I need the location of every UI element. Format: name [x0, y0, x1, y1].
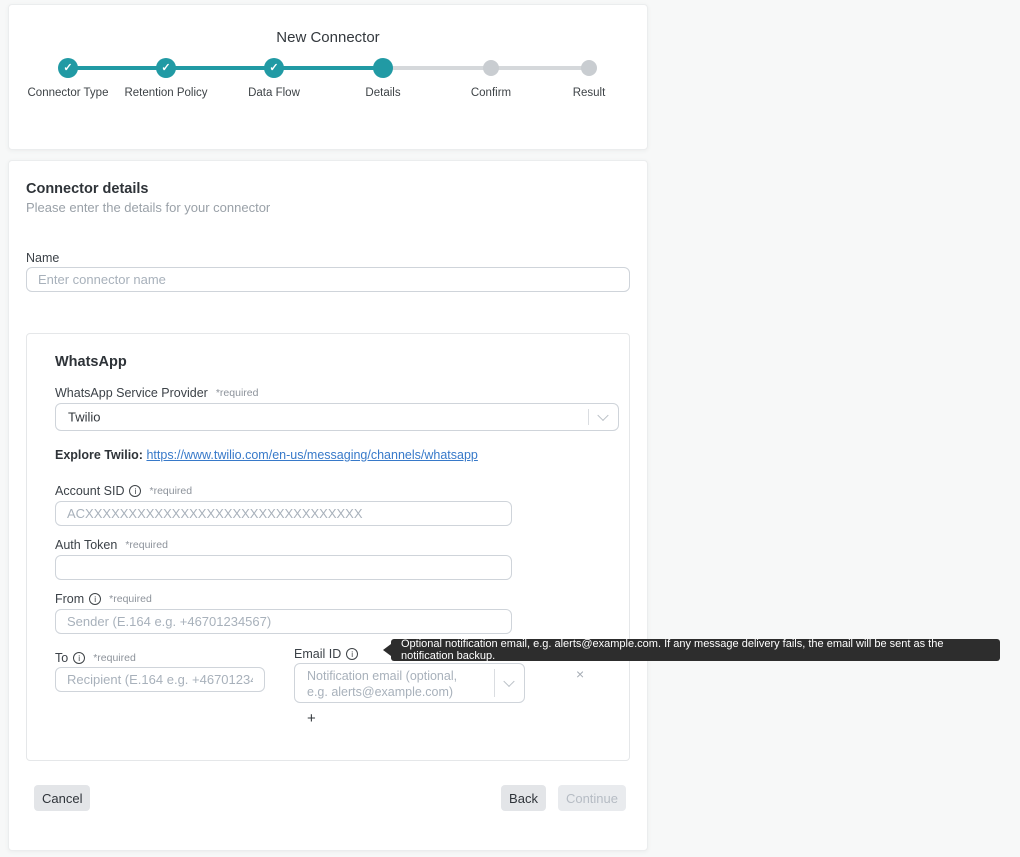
step-upcoming-icon — [581, 60, 597, 76]
info-icon[interactable]: i — [346, 648, 359, 660]
info-icon[interactable]: i — [129, 485, 142, 497]
required-badge: *required — [149, 485, 193, 497]
email-info-tooltip: Optional notification email, e.g. alerts… — [383, 638, 1000, 662]
to-label-text: To — [55, 651, 69, 665]
provider-selected-value: Twilio — [68, 409, 101, 425]
chevron-down-icon — [503, 675, 515, 688]
explore-twilio-link[interactable]: https://www.twilio.com/en-us/messaging/c… — [146, 448, 477, 462]
provider-select[interactable]: Twilio — [55, 403, 619, 431]
step-details[interactable]: Details — [323, 58, 443, 99]
step-completed-icon: ✓ — [58, 58, 78, 78]
tooltip-arrow — [383, 644, 391, 656]
email-id-label-text: Email ID — [294, 647, 342, 661]
section-subheading: Please enter the details for your connec… — [26, 200, 271, 215]
step-completed-icon: ✓ — [264, 58, 284, 78]
provider-label-text: WhatsApp Service Provider — [55, 386, 208, 400]
step-dot-row: ✓ — [214, 58, 334, 78]
whatsapp-heading: WhatsApp — [55, 354, 127, 370]
wizard-card: New Connector ✓ Connector Type ✓ Retenti… — [8, 4, 648, 150]
step-result: Result — [529, 58, 649, 99]
required-badge: *required — [109, 593, 152, 605]
from-label-text: From — [55, 592, 85, 606]
step-label: Result — [572, 87, 606, 99]
step-completed-icon: ✓ — [156, 58, 176, 78]
step-label: Details — [365, 87, 401, 99]
explore-row: Explore Twilio: https://www.twilio.com/e… — [55, 448, 478, 462]
step-retention-policy[interactable]: ✓ Retention Policy — [106, 58, 226, 99]
explore-label: Explore Twilio: — [55, 448, 143, 462]
required-badge: *required — [215, 387, 259, 399]
required-badge: *required — [93, 652, 136, 664]
remove-email-icon[interactable]: × — [576, 666, 584, 682]
info-icon[interactable]: i — [89, 593, 102, 605]
account-sid-label: Account SID i *required — [55, 484, 192, 498]
add-email-icon[interactable]: + — [307, 710, 316, 727]
email-id-placeholder: Notification email (optional, e.g. alert… — [307, 669, 458, 700]
from-input[interactable] — [55, 609, 512, 634]
chevron-down-icon — [597, 409, 609, 422]
connector-details-card: Connector details Please enter the detai… — [8, 160, 648, 851]
auth-token-input[interactable] — [55, 555, 512, 580]
continue-button[interactable]: Continue — [557, 785, 626, 811]
from-label: From i *required — [55, 592, 152, 606]
whatsapp-section: WhatsApp WhatsApp Service Provider *requ… — [26, 333, 630, 761]
auth-token-label: Auth Token *required — [55, 538, 168, 552]
account-sid-label-text: Account SID — [55, 484, 125, 498]
step-dot-row — [323, 58, 443, 78]
step-dot-row: ✓ — [106, 58, 226, 78]
wizard-stepper: ✓ Connector Type ✓ Retention Policy ✓ Da… — [9, 5, 647, 149]
to-input[interactable] — [55, 667, 265, 692]
step-upcoming-icon — [483, 60, 499, 76]
step-data-flow[interactable]: ✓ Data Flow — [214, 58, 334, 99]
account-sid-input[interactable] — [55, 501, 512, 526]
name-label: Name — [26, 251, 60, 265]
provider-label: WhatsApp Service Provider *required — [55, 386, 258, 400]
cancel-button[interactable]: Cancel — [34, 785, 91, 811]
footer-actions: Cancel Back Continue — [34, 785, 626, 811]
step-dot-row — [529, 58, 649, 78]
email-id-label: Email ID i — [294, 647, 359, 661]
auth-token-label-text: Auth Token — [55, 538, 118, 552]
tooltip-text: Optional notification email, e.g. alerts… — [401, 638, 944, 662]
step-label: Data Flow — [248, 87, 300, 99]
email-id-select[interactable]: Notification email (optional, e.g. alert… — [294, 663, 525, 703]
back-button[interactable]: Back — [501, 785, 546, 811]
select-divider — [494, 669, 495, 697]
check-icon: ✓ — [161, 61, 171, 74]
step-current-icon — [373, 58, 393, 78]
required-badge: *required — [125, 539, 168, 551]
check-icon: ✓ — [63, 61, 73, 74]
step-label: Retention Policy — [124, 87, 208, 99]
section-heading: Connector details — [26, 181, 149, 197]
select-divider — [588, 409, 589, 425]
info-icon[interactable]: i — [73, 652, 86, 664]
connector-name-input[interactable] — [26, 267, 630, 292]
check-icon: ✓ — [269, 61, 279, 74]
to-label: To i *required — [55, 651, 136, 665]
